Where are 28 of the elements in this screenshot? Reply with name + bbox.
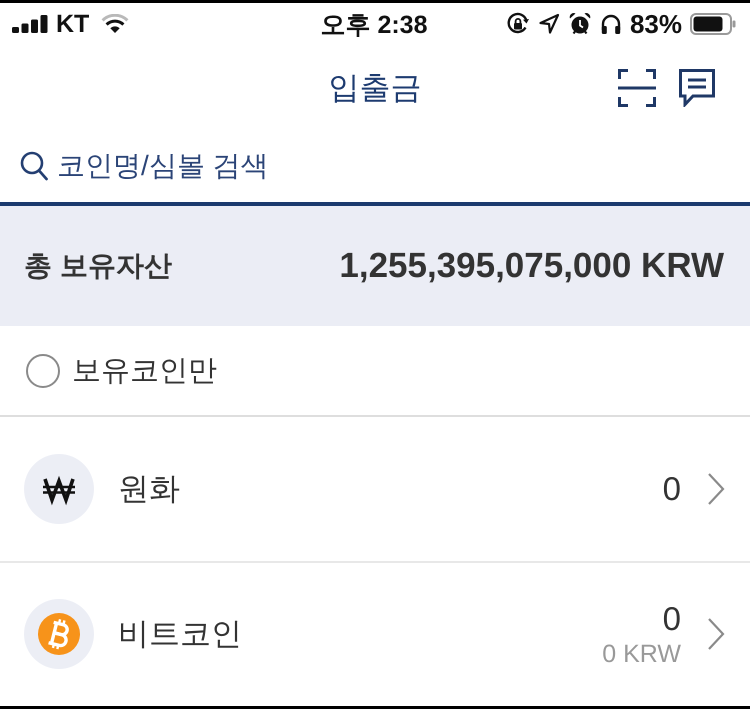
location-arrow-icon: [538, 13, 560, 35]
bitcoin-icon: [24, 599, 94, 670]
asset-amount: 0: [662, 599, 681, 640]
signal-icon: [12, 15, 48, 33]
page-title: 입출금: [328, 68, 422, 106]
wifi-icon: [101, 14, 130, 34]
radio-button[interactable]: [26, 354, 60, 388]
battery-percent: 83%: [630, 8, 682, 40]
asset-name[interactable]: 비트코인: [118, 613, 578, 656]
filter-label[interactable]: 보유코인만: [72, 350, 217, 390]
asset-amount: 0: [662, 468, 681, 509]
clock-time: 오후 2:38: [320, 10, 428, 40]
battery-icon: [690, 13, 736, 35]
headphones-icon: [600, 13, 622, 35]
chat-icon[interactable]: [679, 68, 715, 106]
asset-name[interactable]: 원화: [118, 468, 639, 510]
chevron-icon[interactable]: [707, 617, 725, 652]
alarm-clock-icon: [568, 12, 592, 36]
won-sign-icon: [24, 454, 94, 524]
search-field[interactable]: 코인명/심볼 검색: [57, 150, 457, 182]
asset-krw-value: 0 KRW: [602, 639, 681, 670]
chevron-icon[interactable]: [707, 472, 725, 506]
total-value: 1,255,395,075,000 KRW: [339, 246, 724, 286]
total-label: 총 보유자산: [24, 249, 172, 283]
carrier-name: KT: [56, 10, 90, 38]
scan-icon[interactable]: [618, 68, 656, 106]
orientation-lock-icon: [506, 12, 530, 36]
search-icon: [20, 151, 48, 181]
